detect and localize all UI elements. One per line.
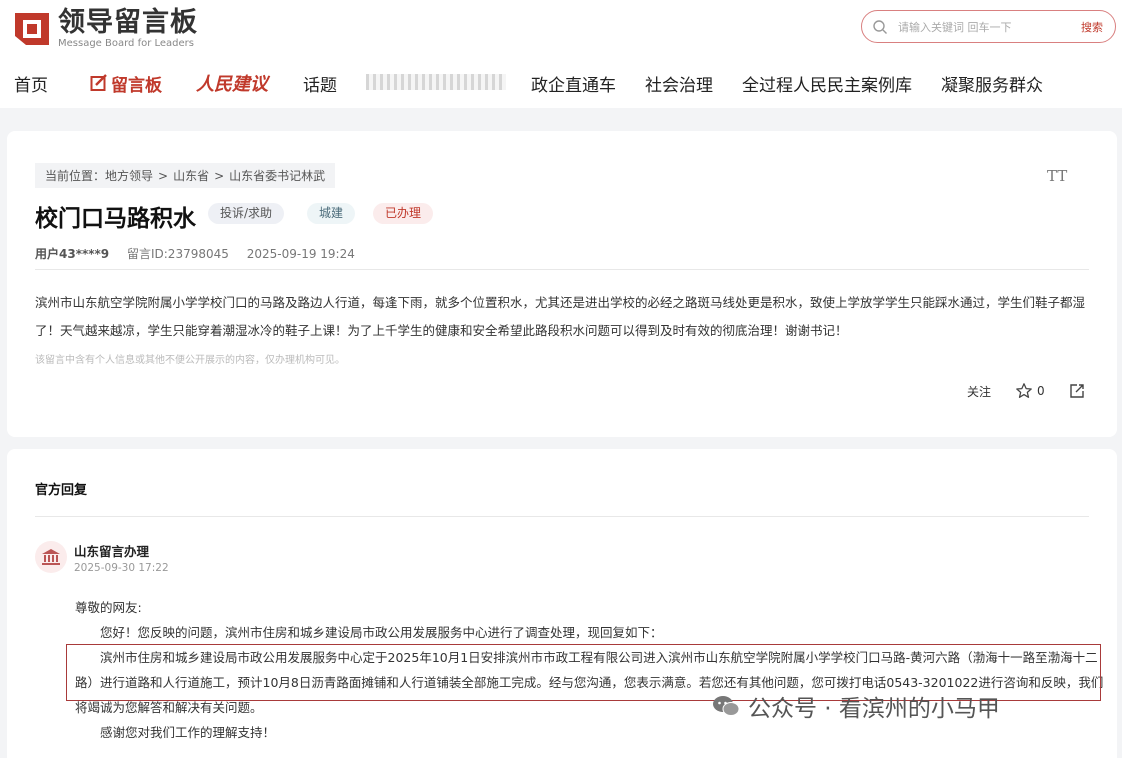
divider — [35, 269, 1089, 270]
reply-section-title: 官方回复 — [35, 483, 88, 498]
nav-gov-business[interactable]: 政企直通车 — [531, 71, 616, 96]
nav-social-governance[interactable]: 社会治理 — [645, 71, 713, 96]
site-logo[interactable]: 领导留言板 Message Board for Leaders — [14, 8, 198, 49]
font-size-icon[interactable]: TT — [1047, 167, 1067, 185]
reply-org-name: 山东留言办理 — [74, 544, 150, 559]
nav-home[interactable]: 首页 — [14, 71, 48, 96]
breadcrumb-item[interactable]: 地方领导 — [105, 167, 153, 184]
nav-message-board[interactable]: 留言板 — [90, 71, 162, 96]
search-input[interactable] — [898, 17, 1058, 37]
status-badge: 已办理 — [373, 203, 434, 224]
post-content: 滨州市山东航空学院附属小学学校门口的马路及路边人行道，每逢下雨，就多个位置积水，… — [35, 295, 1086, 338]
category-tag: 投诉/求助 — [208, 203, 285, 224]
post-card: 当前位置： 地方领导 > 山东省 > 山东省委书记林武 TT 校门口马路积水 投… — [7, 131, 1117, 437]
breadcrumb-item[interactable]: 山东省委书记林武 — [229, 167, 325, 184]
post-actions: 关注 0 — [967, 382, 1085, 400]
search-icon[interactable] — [872, 19, 888, 35]
nav-people-suggest[interactable]: 人民建议 — [196, 70, 268, 96]
divider — [35, 516, 1089, 517]
domain-tag: 城建 — [307, 203, 356, 224]
reply-paragraph: 您好！您反映的问题，滨州市住房和城乡建设局市政公用发展服务中心进行了调查处理，现… — [100, 625, 663, 640]
watermark-text: 公众号 · 看滨州的小马甲 — [748, 696, 1000, 722]
search-box: 搜索 — [861, 10, 1116, 43]
wechat-watermark: 公众号 · 看滨州的小马甲 — [712, 689, 1000, 723]
org-avatar — [35, 541, 67, 573]
post-user: 用户43****9 — [35, 247, 110, 261]
breadcrumb-separator: > — [158, 168, 169, 183]
reply-paragraph: 感谢您对我们工作的理解支持！ — [100, 725, 276, 740]
reply-greeting: 尊敬的网友: — [75, 600, 142, 615]
nav-blurred-item[interactable] — [366, 74, 506, 90]
post-meta: 用户43****9 留言ID:23798045 2025-09-19 19:24 — [35, 245, 369, 262]
breadcrumb-item[interactable]: 山东省 — [173, 167, 209, 184]
logo-icon — [14, 10, 52, 48]
post-id: 留言ID:23798045 — [126, 247, 229, 261]
breadcrumb: 当前位置： 地方领导 > 山东省 > 山东省委书记林武 — [35, 163, 336, 188]
breadcrumb-separator: > — [214, 168, 225, 183]
share-icon[interactable] — [1069, 383, 1085, 399]
logo-title: 领导留言板 — [58, 7, 198, 38]
post-title: 校门口马路积水 — [35, 206, 196, 232]
search-button[interactable]: 搜索 — [1081, 19, 1103, 35]
nav-topics[interactable]: 话题 — [303, 71, 337, 96]
follow-button[interactable]: 关注 — [967, 383, 991, 400]
reply-time: 2025-09-30 17:22 — [74, 562, 169, 574]
government-building-icon — [42, 549, 60, 565]
nav-message-board-label: 留言板 — [111, 75, 162, 96]
star-icon[interactable] — [1015, 382, 1033, 400]
reply-card: 官方回复 山东留言办理 2025-09-30 17:22 尊敬的网友: 您好！您… — [7, 449, 1117, 758]
site-header: 领导留言板 Message Board for Leaders 搜索 首页 留言… — [0, 0, 1122, 108]
logo-subtitle: Message Board for Leaders — [58, 38, 195, 49]
like-count: 0 — [1037, 384, 1045, 398]
nav-whole-process-democracy[interactable]: 全过程人民民主案例库 — [742, 71, 912, 96]
wechat-icon — [713, 696, 740, 716]
privacy-notice: 该留言中含有个人信息或其他不便公开展示的内容，仅办理机构可见。 — [35, 355, 345, 366]
nav-serve-masses[interactable]: 凝聚服务群众 — [941, 71, 1043, 96]
post-time: 2025-09-19 19:24 — [246, 247, 355, 261]
breadcrumb-label: 当前位置： — [45, 169, 106, 183]
edit-icon — [90, 74, 107, 91]
